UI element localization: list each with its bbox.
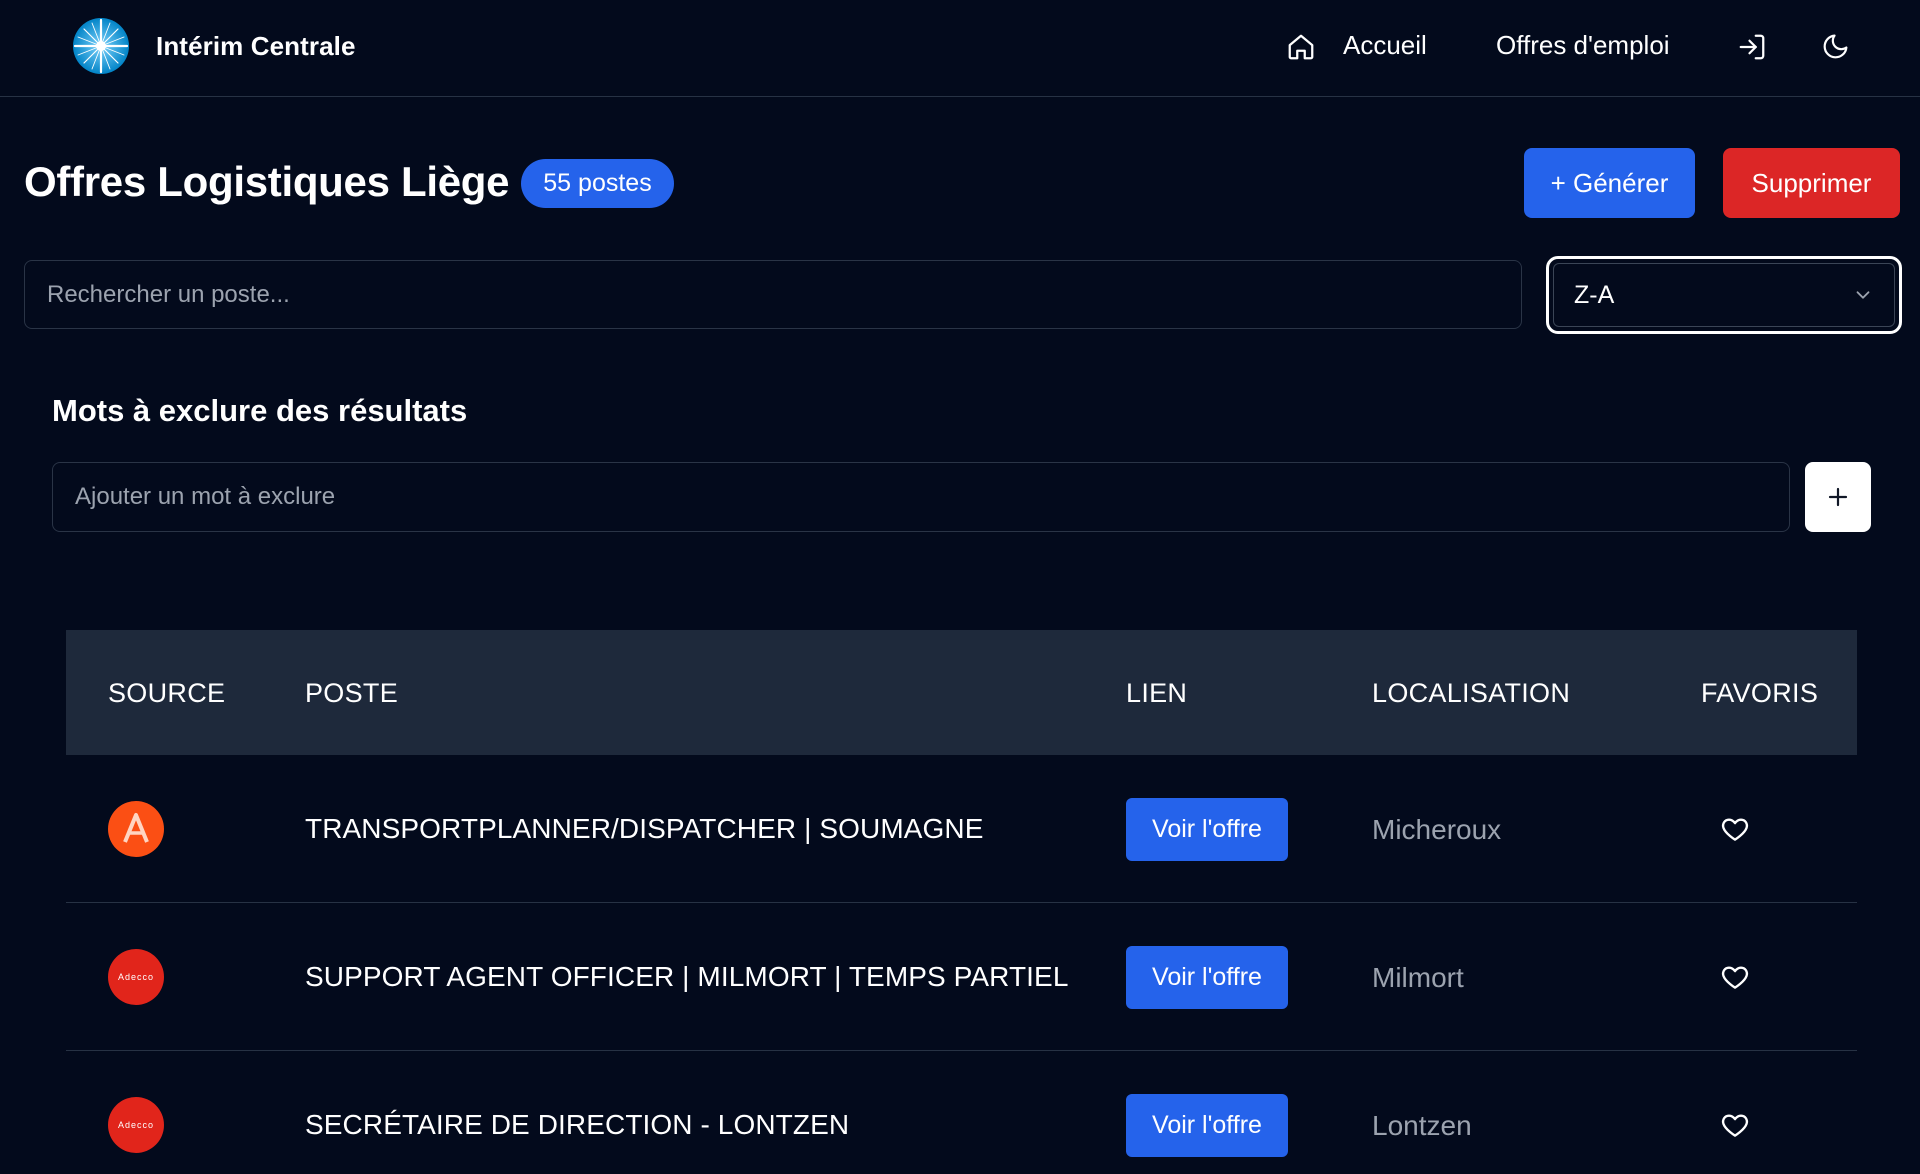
brand-name: Intérim Centrale [156,30,356,61]
delete-button[interactable]: Supprimer [1723,148,1900,218]
sort-select[interactable]: Z-A [1546,256,1902,334]
column-header-source: SOURCE [108,678,226,708]
exclude-word-input[interactable] [52,462,1790,532]
column-header-localisation[interactable]: LOCALISATION [1372,678,1570,709]
page-title: Offres Logistiques Liège [24,158,510,205]
source-logo-adecco: Adecco [108,1097,164,1153]
view-offer-button[interactable]: Voir l'offre [1126,946,1288,1009]
a-logo-icon: A [108,801,164,857]
home-icon[interactable] [1286,32,1316,62]
job-title: TRANSPORTPLANNER/DISPATCHER | SOUMAGNE [305,813,984,844]
source-logo-adecco: Adecco [108,949,164,1005]
heart-icon [1721,818,1749,841]
top-navbar: Intérim Centrale Accueil Offres d'emploi [0,0,1920,97]
adecco-logo-icon: Adecco [108,949,164,1005]
generate-button[interactable]: + Générer [1524,148,1695,218]
job-location: Lontzen [1372,1110,1472,1141]
source-logo-text: Adecco [118,972,154,982]
favorite-button[interactable] [1720,1108,1754,1142]
heart-icon [1721,1114,1749,1137]
brand-link[interactable]: Intérim Centrale [72,17,356,75]
chevron-down-icon [1856,291,1870,299]
table-row: Adecco SECRÉTAIRE DE DIRECTION - LONTZEN… [66,1051,1857,1174]
column-header-favoris: FAVORIS [1701,678,1819,708]
job-title: SUPPORT AGENT OFFICER | MILMORT | TEMPS … [305,961,1069,992]
column-header-poste[interactable]: POSTE [305,678,398,709]
table-header: SOURCE POSTE LIEN LOCALISATION FAVORIS [66,630,1857,755]
heart-icon [1721,966,1749,989]
job-location: Milmort [1372,962,1464,993]
source-logo-a: A [108,801,164,857]
table-row: A TRANSPORTPLANNER/DISPATCHER | SOUMAGNE… [66,755,1857,903]
source-logo-text: Adecco [118,1120,154,1130]
jobs-table: SOURCE POSTE LIEN LOCALISATION FAVORIS A… [66,630,1857,1174]
favorite-button[interactable] [1720,960,1754,994]
job-location: Micheroux [1372,814,1502,845]
table-row: Adecco SUPPORT AGENT OFFICER | MILMORT |… [66,903,1857,1051]
nav-offres-link[interactable]: Offres d'emploi [1496,30,1670,61]
search-input[interactable] [24,260,1522,329]
column-header-lien: LIEN [1126,678,1188,708]
login-icon[interactable] [1737,32,1767,62]
sort-selected-value: Z-A [1574,280,1615,309]
moon-icon[interactable] [1821,32,1850,61]
plus-icon [1828,487,1848,507]
job-count-badge: 55 postes [521,159,674,208]
view-offer-button[interactable]: Voir l'offre [1126,1094,1288,1157]
brand-logo-icon [73,18,129,74]
exclude-section-title: Mots à exclure des résultats [52,393,468,428]
adecco-logo-icon: Adecco [108,1097,164,1153]
favorite-button[interactable] [1720,812,1754,846]
add-exclude-word-button[interactable] [1805,462,1871,532]
sort-select-box[interactable]: Z-A [1553,263,1895,327]
job-title: SECRÉTAIRE DE DIRECTION - LONTZEN [305,1109,850,1140]
view-offer-button[interactable]: Voir l'offre [1126,798,1288,861]
nav-accueil-link[interactable]: Accueil [1343,30,1427,61]
